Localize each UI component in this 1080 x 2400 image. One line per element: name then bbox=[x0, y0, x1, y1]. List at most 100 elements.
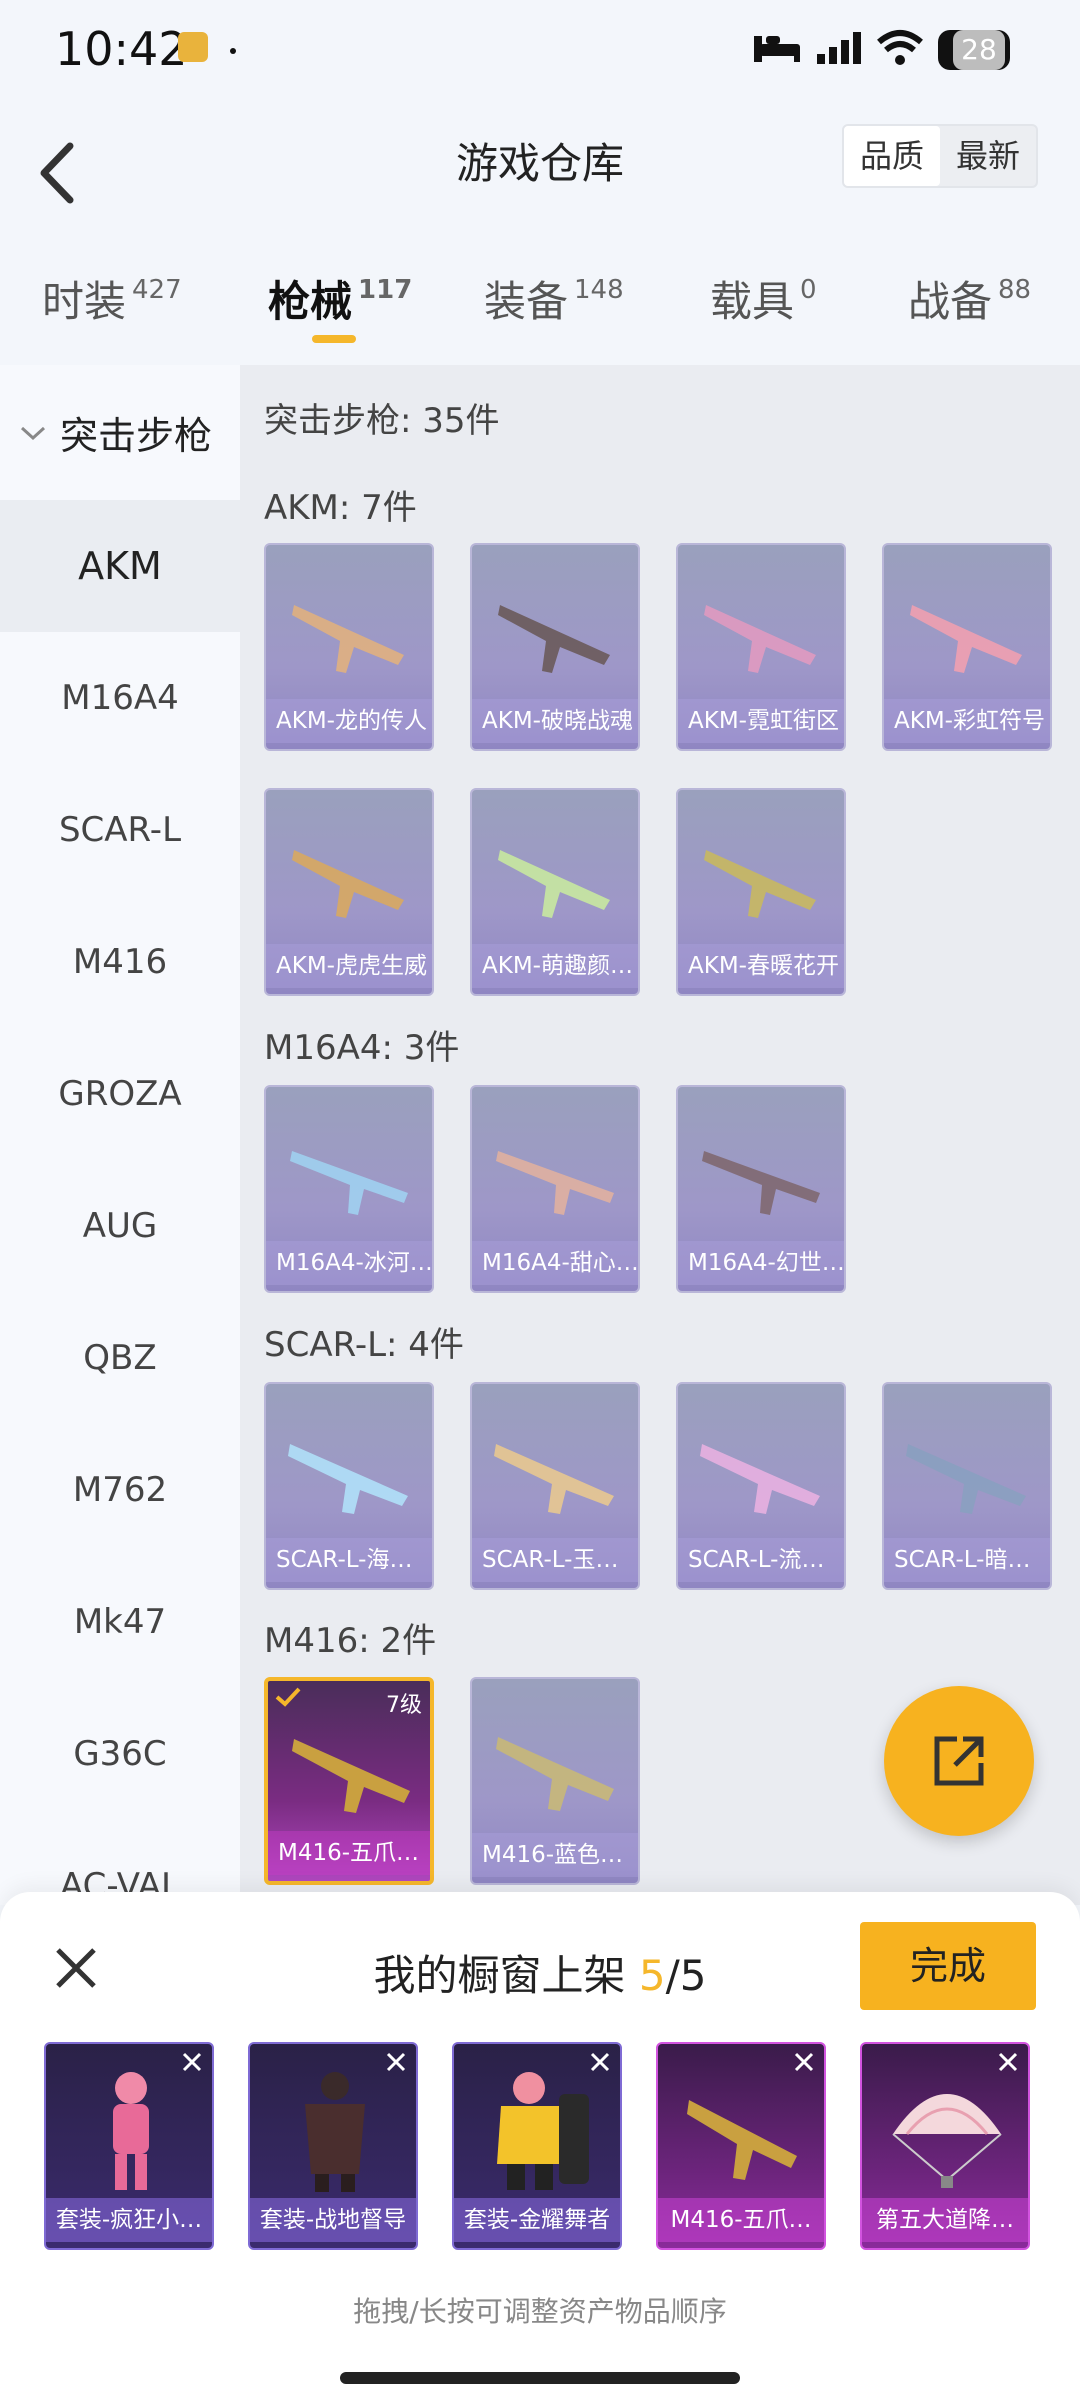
weapon-sidebar: 突击步枪 AKM M16A4 SCAR-L M416 GROZA AUG QBZ… bbox=[0, 365, 240, 1905]
rifle-icon bbox=[496, 1737, 614, 1811]
showcase-item-name: M416-五爪… bbox=[658, 2198, 824, 2242]
category-tabs: 时装 427 枪械 117 装备 148 载具 0 战备 88 bbox=[0, 240, 1080, 365]
skin-card[interactable]: AKM-萌趣颜… bbox=[470, 788, 640, 996]
signal-icon bbox=[817, 32, 861, 64]
rifle-icon bbox=[496, 1151, 614, 1215]
rifle-icon bbox=[702, 1151, 820, 1215]
active-tab-indicator bbox=[312, 335, 356, 343]
sidebar-item-qbz[interactable]: QBZ bbox=[0, 1292, 240, 1424]
rifle-icon bbox=[906, 1444, 1026, 1514]
skin-card[interactable]: SCAR-L-暗… bbox=[882, 1382, 1052, 1590]
skin-card[interactable]: SCAR-L-海… bbox=[264, 1382, 434, 1590]
group-title-m16a4: M16A4: 3件 bbox=[264, 1028, 460, 1068]
skin-card[interactable]: M16A4-甜心… bbox=[470, 1085, 640, 1293]
tab-label: 装备 bbox=[484, 277, 569, 326]
nav-bar: 游戏仓库 品质 最新 bbox=[0, 110, 1080, 240]
showcase-item[interactable]: 套装-战地督导 bbox=[248, 2042, 418, 2250]
skin-card[interactable]: SCAR-L-玉… bbox=[470, 1382, 640, 1590]
rifle-icon bbox=[292, 1739, 410, 1813]
skin-card[interactable]: AKM-春暖花开 bbox=[676, 788, 846, 996]
sidebar-item-m416[interactable]: M416 bbox=[0, 896, 240, 1028]
tab-count: 427 bbox=[132, 275, 182, 305]
tab-count: 117 bbox=[358, 275, 413, 305]
skin-name: M416-蓝色… bbox=[472, 1833, 638, 1877]
group-title-scar-l: SCAR-L: 4件 bbox=[264, 1325, 464, 1365]
sidebar-category[interactable]: 突击步枪 bbox=[0, 365, 240, 500]
tab-count: 88 bbox=[998, 275, 1032, 305]
outfit-icon bbox=[113, 2072, 149, 2190]
rifle-icon bbox=[687, 2100, 797, 2180]
tab-vehicles[interactable]: 载具 0 bbox=[710, 268, 817, 329]
tab-fashion[interactable]: 时装 427 bbox=[42, 268, 182, 329]
sleep-mode-icon bbox=[754, 36, 800, 62]
skin-card[interactable]: M416-蓝色… bbox=[470, 1677, 640, 1885]
home-indicator[interactable] bbox=[340, 2372, 740, 2384]
group-title-akm: AKM: 7件 bbox=[264, 488, 417, 528]
skin-name: AKM-彩虹符号 bbox=[884, 699, 1050, 743]
skin-card-selected[interactable]: 7级 M416-五爪… bbox=[264, 1677, 434, 1885]
skin-card[interactable]: AKM-霓虹街区 bbox=[676, 543, 846, 751]
skin-card[interactable]: AKM-彩虹符号 bbox=[882, 543, 1052, 751]
skin-name: SCAR-L-海… bbox=[266, 1538, 432, 1582]
sort-newest-button[interactable]: 最新 bbox=[940, 126, 1036, 186]
tab-count: 148 bbox=[574, 275, 624, 305]
sidebar-item-scar-l[interactable]: SCAR-L bbox=[0, 764, 240, 896]
rifle-icon bbox=[700, 1444, 820, 1514]
share-button[interactable] bbox=[884, 1686, 1034, 1836]
skin-name: M416-五爪… bbox=[268, 1831, 430, 1875]
notification-dot-icon bbox=[230, 48, 236, 54]
sidebar-item-groza[interactable]: GROZA bbox=[0, 1028, 240, 1160]
skin-card[interactable]: AKM-破晓战魂 bbox=[470, 543, 640, 751]
category-header: 突击步枪: 35件 bbox=[264, 401, 500, 441]
skin-card[interactable]: M16A4-幻世… bbox=[676, 1085, 846, 1293]
tab-label: 枪械 bbox=[268, 277, 353, 326]
showcase-item[interactable]: 第五大道降… bbox=[860, 2042, 1030, 2250]
skin-name: AKM-虎虎生威 bbox=[266, 944, 432, 988]
tab-supplies[interactable]: 战备 88 bbox=[908, 268, 1031, 329]
sidebar-item-akm[interactable]: AKM bbox=[0, 500, 240, 632]
sort-quality-button[interactable]: 品质 bbox=[844, 126, 940, 186]
checkmark-icon bbox=[275, 1687, 301, 1707]
rifle-icon bbox=[910, 605, 1022, 673]
done-button[interactable]: 完成 bbox=[860, 1922, 1036, 2010]
sidebar-item-aug[interactable]: AUG bbox=[0, 1160, 240, 1292]
tab-label: 战备 bbox=[908, 277, 993, 326]
share-icon bbox=[934, 1736, 984, 1786]
showcase-total: /5 bbox=[665, 1951, 707, 2000]
chevron-down-icon bbox=[20, 426, 46, 440]
sort-toggle: 品质 最新 bbox=[842, 124, 1038, 188]
tab-equipment[interactable]: 装备 148 bbox=[484, 268, 624, 329]
weapon-grid: 突击步枪: 35件 AKM: 7件 AKM-龙的传人 AKM-破晓战魂 AKM-… bbox=[240, 365, 1080, 1905]
rifle-icon bbox=[498, 850, 610, 918]
skin-card[interactable]: AKM-龙的传人 bbox=[264, 543, 434, 751]
skin-name: M16A4-幻世… bbox=[678, 1241, 844, 1285]
skin-card[interactable]: M16A4-冰河… bbox=[264, 1085, 434, 1293]
rifle-icon bbox=[704, 850, 816, 918]
wifi-icon bbox=[877, 30, 923, 65]
skin-name: SCAR-L-流… bbox=[678, 1538, 844, 1582]
tab-label: 载具 bbox=[710, 277, 795, 326]
tab-firearms[interactable]: 枪械 117 bbox=[268, 268, 412, 329]
tab-label: 时装 bbox=[42, 277, 127, 326]
rifle-icon bbox=[288, 1444, 408, 1514]
sidebar-category-label: 突击步枪 bbox=[60, 414, 213, 458]
sidebar-item-m762[interactable]: M762 bbox=[0, 1424, 240, 1556]
skin-name: AKM-破晓战魂 bbox=[472, 699, 638, 743]
rifle-icon bbox=[494, 1444, 614, 1514]
showcase-item[interactable]: 套装-疯狂小… bbox=[44, 2042, 214, 2250]
rifle-icon bbox=[292, 850, 404, 918]
sidebar-item-mk47[interactable]: Mk47 bbox=[0, 1556, 240, 1688]
showcase-sheet: 我的橱窗上架 5/5 完成 套装-疯狂小… 套装-战地督导 套装-金耀舞者 M4… bbox=[0, 1892, 1080, 2400]
showcase-item[interactable]: 套装-金耀舞者 bbox=[452, 2042, 622, 2250]
showcase-item[interactable]: M416-五爪… bbox=[656, 2042, 826, 2250]
skin-name: SCAR-L-玉… bbox=[472, 1538, 638, 1582]
status-time: 10:42 bbox=[55, 22, 188, 76]
sidebar-item-m16a4[interactable]: M16A4 bbox=[0, 632, 240, 764]
rifle-icon bbox=[498, 605, 610, 673]
parachute-icon bbox=[892, 2094, 1002, 2188]
battery-level: 28 bbox=[953, 30, 1005, 70]
skin-card[interactable]: SCAR-L-流… bbox=[676, 1382, 846, 1590]
outfit-icon bbox=[497, 2072, 589, 2190]
skin-card[interactable]: AKM-虎虎生威 bbox=[264, 788, 434, 996]
sidebar-item-g36c[interactable]: G36C bbox=[0, 1688, 240, 1820]
